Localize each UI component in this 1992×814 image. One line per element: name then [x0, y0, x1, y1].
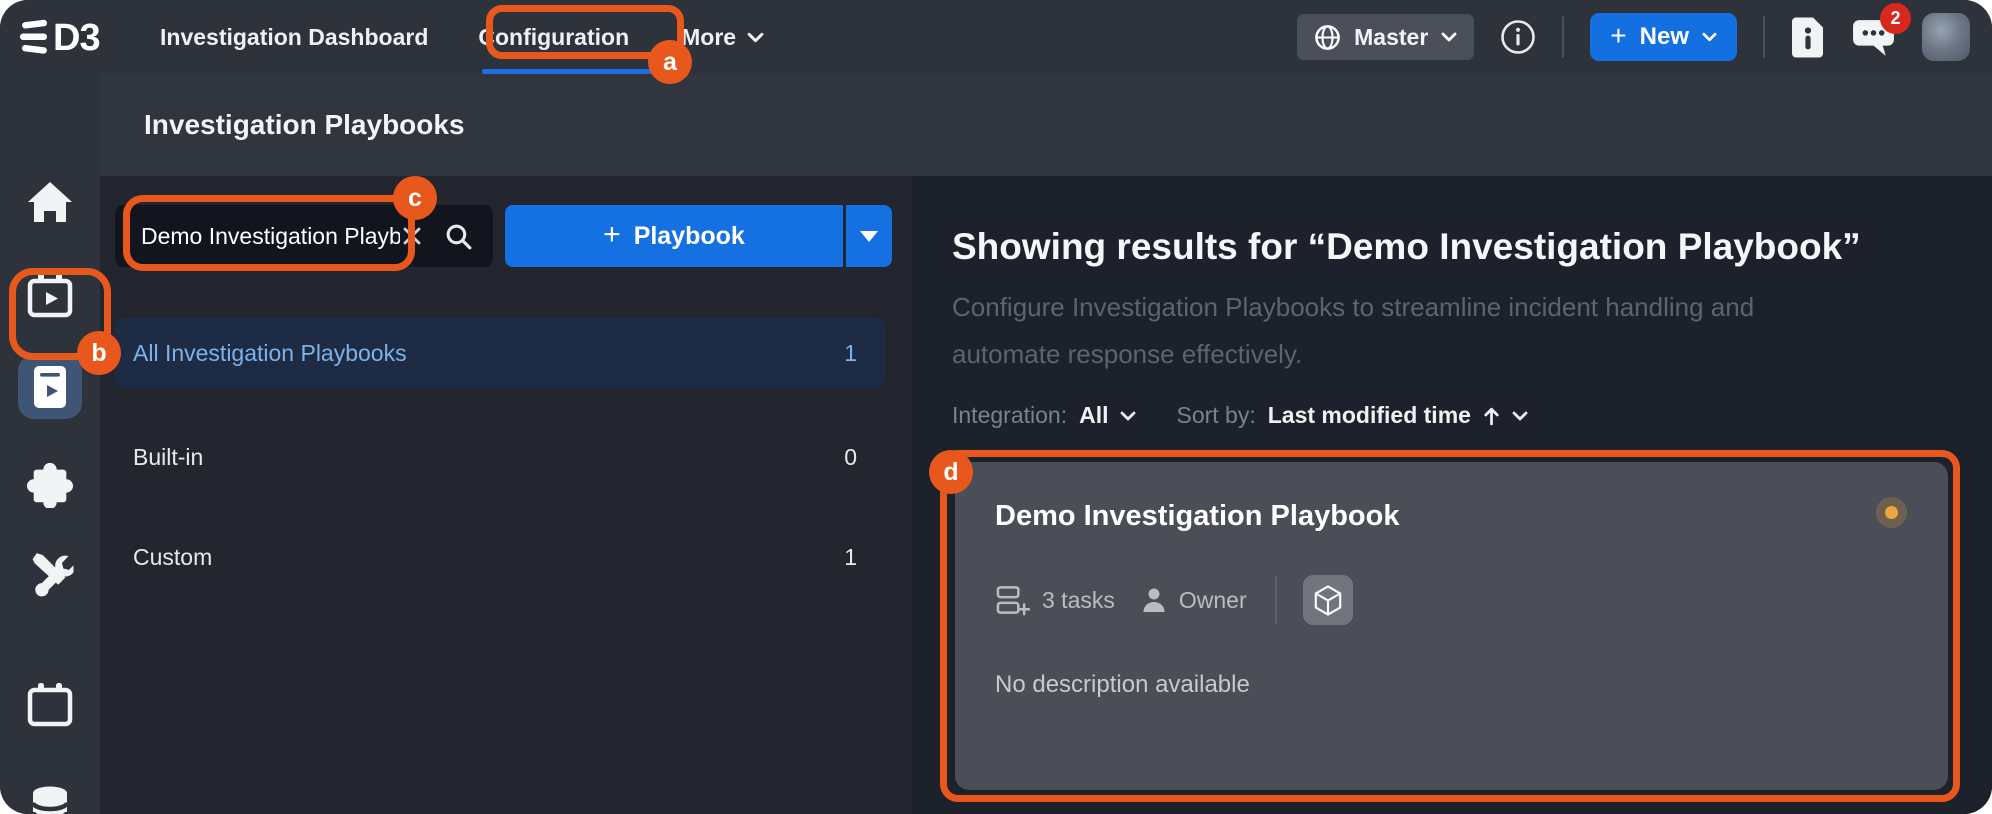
d3-logo[interactable]: D3 [20, 16, 116, 58]
info-icon[interactable] [1500, 19, 1536, 55]
nav-more[interactable]: More [681, 24, 764, 51]
playbook-book-icon [28, 363, 72, 411]
status-dot [1885, 506, 1898, 519]
owner-label: Owner [1179, 587, 1247, 614]
task-count: 3 tasks [1042, 587, 1115, 614]
new-button[interactable]: + New [1590, 13, 1737, 61]
results-description: Configure Investigation Playbooks to str… [952, 284, 1792, 378]
calendar-icon[interactable] [27, 683, 73, 727]
list-item-count: 1 [844, 544, 857, 571]
topbar-right-group: Master + New [1297, 13, 1970, 61]
tasks-icon [995, 584, 1030, 616]
chat-notifications[interactable]: 2 [1851, 17, 1896, 58]
playbook-card-meta: 3 tasks Owner [995, 575, 1908, 625]
chevron-down-icon [1512, 411, 1528, 421]
sort-by-label: Sort by: [1176, 402, 1255, 429]
add-playbook-button[interactable]: + Playbook [505, 205, 843, 267]
integration-filter-value: All [1079, 402, 1108, 429]
list-item-custom[interactable]: Custom 1 [115, 522, 885, 592]
utility-tools-icon[interactable] [27, 550, 74, 597]
package-cube-button[interactable] [1303, 575, 1353, 625]
playbook-card-description: No description available [995, 671, 1908, 699]
meta-divider [1275, 576, 1277, 624]
playbook-search-bar [115, 205, 493, 267]
results-filters: Integration: All Sort by: Last modified … [952, 402, 1528, 429]
add-playbook-label: Playbook [634, 222, 745, 251]
cube-icon [1313, 584, 1343, 617]
list-item-built-in[interactable]: Built-in 0 [115, 422, 885, 492]
tenant-selector-button[interactable]: Master [1297, 14, 1474, 60]
results-heading: Showing results for “Demo Investigation … [952, 226, 1861, 268]
add-playbook-split-button: + Playbook [505, 205, 892, 267]
clear-search-button[interactable] [400, 224, 424, 248]
home-icon[interactable] [26, 180, 74, 224]
sort-ascending-arrow-icon[interactable] [1483, 405, 1500, 426]
results-panel: Showing results for “Demo Investigation … [912, 176, 1992, 814]
list-item-label: Built-in [133, 444, 203, 471]
nav-more-label: More [681, 24, 736, 51]
playbook-card-header: Demo Investigation Playbook [995, 500, 1908, 533]
topbar-divider [1562, 16, 1564, 58]
plus-icon: + [603, 220, 621, 250]
search-icon[interactable] [444, 222, 473, 251]
chevron-down-icon [1702, 32, 1717, 42]
page-title: Investigation Playbooks [144, 109, 465, 141]
sidebar-item-investigation-playbooks[interactable] [18, 355, 82, 419]
list-item-count: 0 [844, 444, 857, 471]
list-item-all-investigation-playbooks[interactable]: All Investigation Playbooks 1 [115, 318, 885, 388]
add-playbook-dropdown-button[interactable] [846, 205, 892, 267]
list-item-label: Custom [133, 544, 212, 571]
integration-filter-dropdown[interactable]: Integration: All [952, 402, 1136, 429]
search-input[interactable] [115, 223, 400, 250]
event-playbook-icon[interactable] [27, 272, 73, 320]
d3-soar-app: D3 Investigation Dashboard Configuration… [0, 0, 1992, 814]
database-icon[interactable] [28, 785, 72, 814]
plus-icon: + [1610, 22, 1626, 50]
d3-logo-icon: D3 [20, 16, 116, 58]
new-button-label: New [1640, 23, 1689, 51]
user-avatar[interactable] [1922, 13, 1970, 61]
notification-count-badge: 2 [1880, 3, 1911, 34]
tenant-label: Master [1354, 24, 1428, 51]
integrations-puzzle-icon[interactable] [26, 460, 74, 508]
integration-filter-label: Integration: [952, 402, 1067, 429]
chevron-down-icon [1441, 32, 1457, 42]
playbook-card-title: Demo Investigation Playbook [995, 500, 1399, 533]
globe-icon [1314, 24, 1341, 51]
caret-down-icon [860, 231, 878, 242]
chevron-down-icon [1120, 411, 1136, 421]
top-navigation-bar: D3 Investigation Dashboard Configuration… [0, 0, 1992, 74]
knowledge-base-document-icon[interactable] [1791, 16, 1825, 58]
list-item-label: All Investigation Playbooks [133, 340, 407, 367]
person-icon [1141, 586, 1167, 614]
nav-investigation-dashboard[interactable]: Investigation Dashboard [160, 24, 428, 51]
nav-configuration[interactable]: Configuration [478, 24, 629, 51]
sort-by-value: Last modified time [1268, 402, 1471, 429]
list-item-count: 1 [844, 340, 857, 367]
chevron-down-icon [747, 32, 764, 43]
topbar-divider [1763, 16, 1765, 58]
left-icon-rail [0, 74, 100, 814]
page-header: Investigation Playbooks [100, 74, 1992, 176]
svg-text:D3: D3 [53, 17, 100, 58]
sort-by-dropdown[interactable]: Sort by: Last modified time [1176, 402, 1527, 429]
playbook-card-demo-investigation-playbook[interactable]: Demo Investigation Playbook 3 tasks Owne… [955, 462, 1948, 790]
playbook-list-panel: + Playbook All Investigation Playbooks 1… [100, 176, 912, 814]
